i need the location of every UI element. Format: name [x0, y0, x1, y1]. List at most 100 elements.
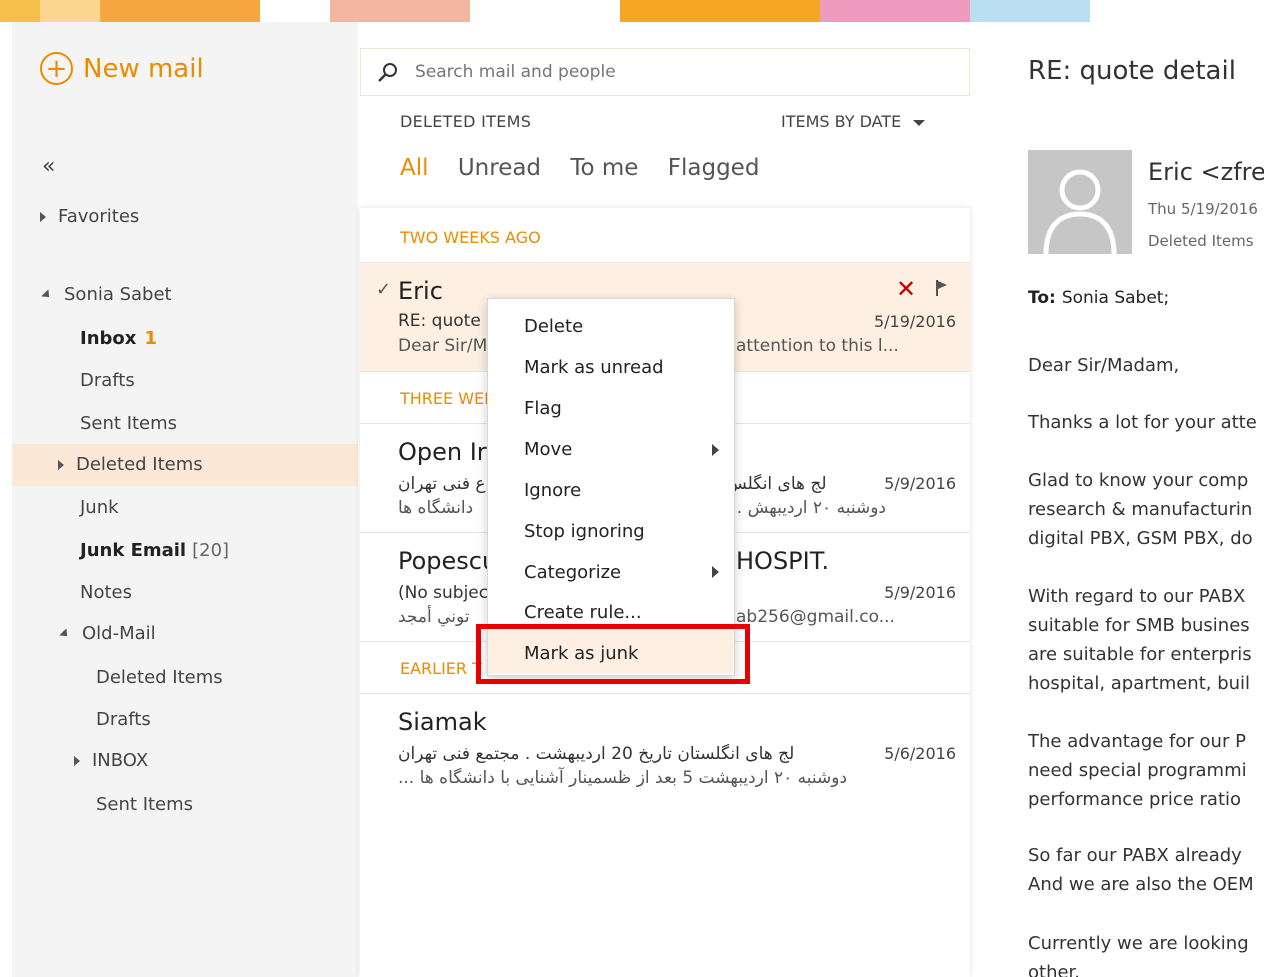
nav-inbox-label: Inbox: [80, 328, 137, 349]
submenu-arrow-icon: [712, 566, 719, 578]
nav-junk-email-label: Junk Email: [80, 540, 187, 561]
menu-item-mark-unread[interactable]: Mark as unread: [524, 357, 664, 378]
context-menu: Delete Mark as unread Flag Move Ignore S…: [487, 298, 735, 676]
body-paragraph: Dear Sir/Madam,: [1028, 351, 1179, 380]
sort-label: ITEMS BY DATE: [781, 112, 902, 131]
folder-pane: [12, 22, 358, 977]
nav-junk-email[interactable]: Junk Email [20]: [80, 540, 229, 561]
nav-notes[interactable]: Notes: [80, 582, 132, 603]
delete-icon[interactable]: ✕: [896, 275, 916, 303]
menu-item-stop-ignoring[interactable]: Stop ignoring: [524, 521, 645, 542]
message-folder: Deleted Items: [1148, 232, 1254, 250]
body-line: performance price ratio: [1028, 789, 1242, 810]
body-line: So far our PABX already: [1028, 845, 1242, 866]
body-line: Thanks a lot for your atte: [1028, 412, 1257, 433]
body-line: suitable for SMB busines: [1028, 615, 1250, 636]
recipient-name[interactable]: Sonia Sabet;: [1062, 288, 1169, 308]
sender-name[interactable]: Eric <zfre: [1148, 158, 1264, 186]
body-line: And we are also the OEM: [1028, 874, 1254, 895]
message-subject: RE: quote: [398, 311, 481, 331]
message-preview-tail: attention to this l...: [736, 336, 899, 356]
plus-circle-icon: +: [40, 52, 73, 85]
nav-deleted-label: Deleted Items: [76, 454, 203, 475]
message-title: RE: quote detail: [1028, 56, 1236, 86]
nav-sent-items[interactable]: Sent Items: [80, 413, 177, 434]
nav-drafts[interactable]: Drafts: [80, 370, 135, 391]
message-preview: دانشگاه ها: [398, 498, 474, 518]
nav-old-drafts[interactable]: Drafts: [96, 709, 151, 730]
message-preview-tail: ab256@gmail.co...: [736, 607, 895, 627]
annotation-highlight-box: [476, 624, 750, 684]
message-preview-tail: ... دوشنبه ۲۰ اردیبهش: [726, 498, 886, 518]
body-line: digital PBX, GSM PBX, do: [1028, 528, 1253, 549]
collapse-pane-button[interactable]: «: [42, 154, 55, 179]
message-subject: لج های انگلستان تاریخ 20 اردیبهشت . مجتم…: [398, 744, 795, 764]
message-subject: ع فنی تهران: [398, 474, 486, 494]
nav-junk[interactable]: Junk: [80, 497, 119, 518]
caret-down-icon: [913, 119, 926, 126]
body-paragraph: Glad to know your comp research & manufa…: [1028, 466, 1253, 553]
body-paragraph: The advantage for our P need special pro…: [1028, 727, 1247, 814]
group-header: EARLIER T: [400, 659, 482, 678]
body-paragraph: With regard to our PABX suitable for SMB…: [1028, 582, 1252, 698]
nav-favorites[interactable]: Favorites: [40, 206, 139, 227]
message-date: 5/6/2016: [884, 744, 956, 763]
search-input[interactable]: [415, 62, 935, 82]
message-sender: Popescu: [398, 547, 498, 575]
filter-unread[interactable]: Unread: [458, 155, 541, 181]
body-line: research & manufacturin: [1028, 499, 1253, 520]
group-header: TWO WEEKS AGO: [400, 228, 541, 247]
nav-old-mail[interactable]: Old-Mail: [59, 623, 156, 644]
filter-bar: All Unread To me Flagged: [400, 155, 781, 181]
unread-count-badge: 1: [144, 328, 157, 349]
message-subject-tail: لج های انگلس: [726, 474, 827, 494]
new-mail-button[interactable]: + New mail: [40, 52, 204, 85]
nav-old-inbox[interactable]: INBOX: [74, 750, 148, 771]
menu-item-move[interactable]: Move: [524, 439, 572, 460]
body-line: Dear Sir/Madam,: [1028, 355, 1180, 376]
body-line: With regard to our PABX: [1028, 586, 1246, 607]
body-paragraph: Thanks a lot for your atte: [1028, 408, 1257, 437]
message-preview: توني أمجد: [398, 607, 470, 627]
message-sender: Eric: [398, 277, 443, 305]
expand-arrow-icon: [40, 212, 46, 222]
message-subject: (No subjec: [398, 583, 489, 603]
filter-all[interactable]: All: [400, 155, 429, 181]
nav-old-deleted-items[interactable]: Deleted Items: [96, 667, 223, 688]
flag-icon[interactable]: [935, 279, 949, 301]
nav-old-inbox-label: INBOX: [92, 750, 149, 771]
menu-item-delete[interactable]: Delete: [524, 316, 583, 337]
new-mail-label: New mail: [83, 53, 204, 84]
message-item[interactable]: Siamak لج های انگلستان تاریخ 20 اردیبهشت…: [360, 694, 970, 802]
to-label: To:: [1028, 288, 1056, 308]
filter-to-me[interactable]: To me: [570, 155, 638, 181]
body-paragraph: Currently we are looking other.: [1028, 929, 1249, 977]
body-paragraph: So far our PABX already And we are also …: [1028, 841, 1254, 899]
nav-inbox[interactable]: Inbox 1: [80, 328, 157, 349]
search-box[interactable]: [360, 48, 970, 96]
nav-old-sent-items[interactable]: Sent Items: [96, 794, 193, 815]
body-line: hospital, apartment, buil: [1028, 673, 1251, 694]
search-icon: [377, 62, 397, 82]
menu-item-flag[interactable]: Flag: [524, 398, 562, 419]
folder-title: DELETED ITEMS: [400, 112, 532, 131]
nav-favorites-label: Favorites: [58, 206, 140, 227]
sort-dropdown[interactable]: ITEMS BY DATE: [781, 112, 926, 131]
message-date: 5/9/2016: [884, 474, 956, 493]
collapse-arrow-icon: [59, 628, 71, 640]
message-sender-tail: HOSPIT.: [736, 547, 830, 575]
nav-deleted-items[interactable]: Deleted Items: [58, 454, 203, 475]
menu-item-create-rule[interactable]: Create rule...: [524, 602, 642, 623]
nav-account[interactable]: Sonia Sabet: [41, 284, 172, 305]
body-line: need special programmi: [1028, 760, 1247, 781]
body-line: Currently we are looking: [1028, 933, 1249, 954]
message-date: 5/19/2016: [873, 312, 956, 331]
filter-flagged[interactable]: Flagged: [668, 155, 760, 181]
body-line: The advantage for our P: [1028, 731, 1246, 752]
menu-item-categorize[interactable]: Categorize: [524, 562, 621, 583]
header-banner: [0, 0, 1264, 22]
nav-account-label: Sonia Sabet: [64, 284, 172, 305]
recipients: To: Sonia Sabet;: [1028, 288, 1169, 308]
menu-item-ignore[interactable]: Ignore: [524, 480, 581, 501]
body-line: are suitable for enterpris: [1028, 644, 1252, 665]
